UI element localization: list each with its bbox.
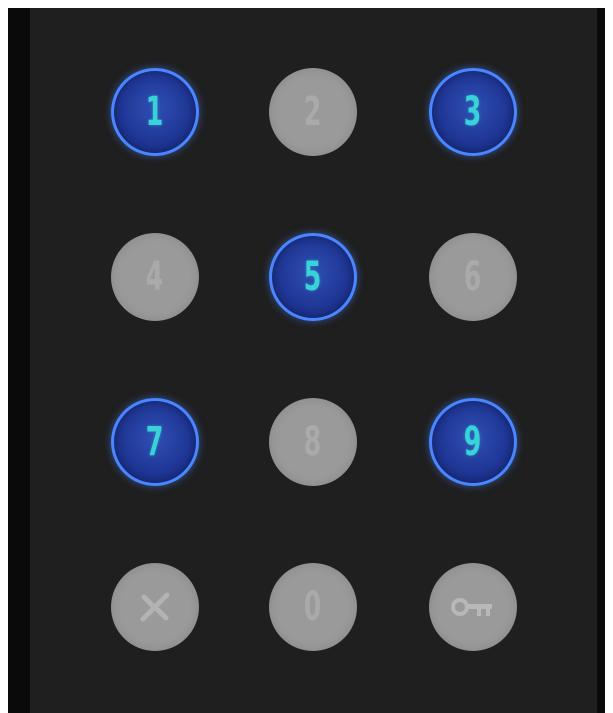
key-8-button[interactable]: 8 [269,398,357,486]
key-2-label: 2 [304,89,322,135]
key-icon [448,592,498,622]
key-9-label: 9 [464,419,482,465]
key-7-label: 7 [146,419,164,465]
key-7-button[interactable]: 7 [111,398,199,486]
key-1-button[interactable]: 1 [111,68,199,156]
key-6-label: 6 [464,254,482,300]
unlock-key-button[interactable] [429,563,517,651]
key-5-button[interactable]: 5 [269,233,357,321]
key-8-label: 8 [304,419,322,465]
key-9-button[interactable]: 9 [429,398,517,486]
key-3-button[interactable]: 3 [429,68,517,156]
cancel-x-icon [133,585,177,629]
key-4-label: 4 [146,254,164,300]
key-2-button[interactable]: 2 [269,68,357,156]
key-0-button[interactable]: 0 [269,563,357,651]
key-4-button[interactable]: 4 [111,233,199,321]
key-3-label: 3 [464,89,482,135]
cancel-button[interactable] [111,563,199,651]
key-0-label: 0 [304,584,322,630]
key-1-label: 1 [146,89,164,135]
key-6-button[interactable]: 6 [429,233,517,321]
key-5-label: 5 [304,254,322,300]
